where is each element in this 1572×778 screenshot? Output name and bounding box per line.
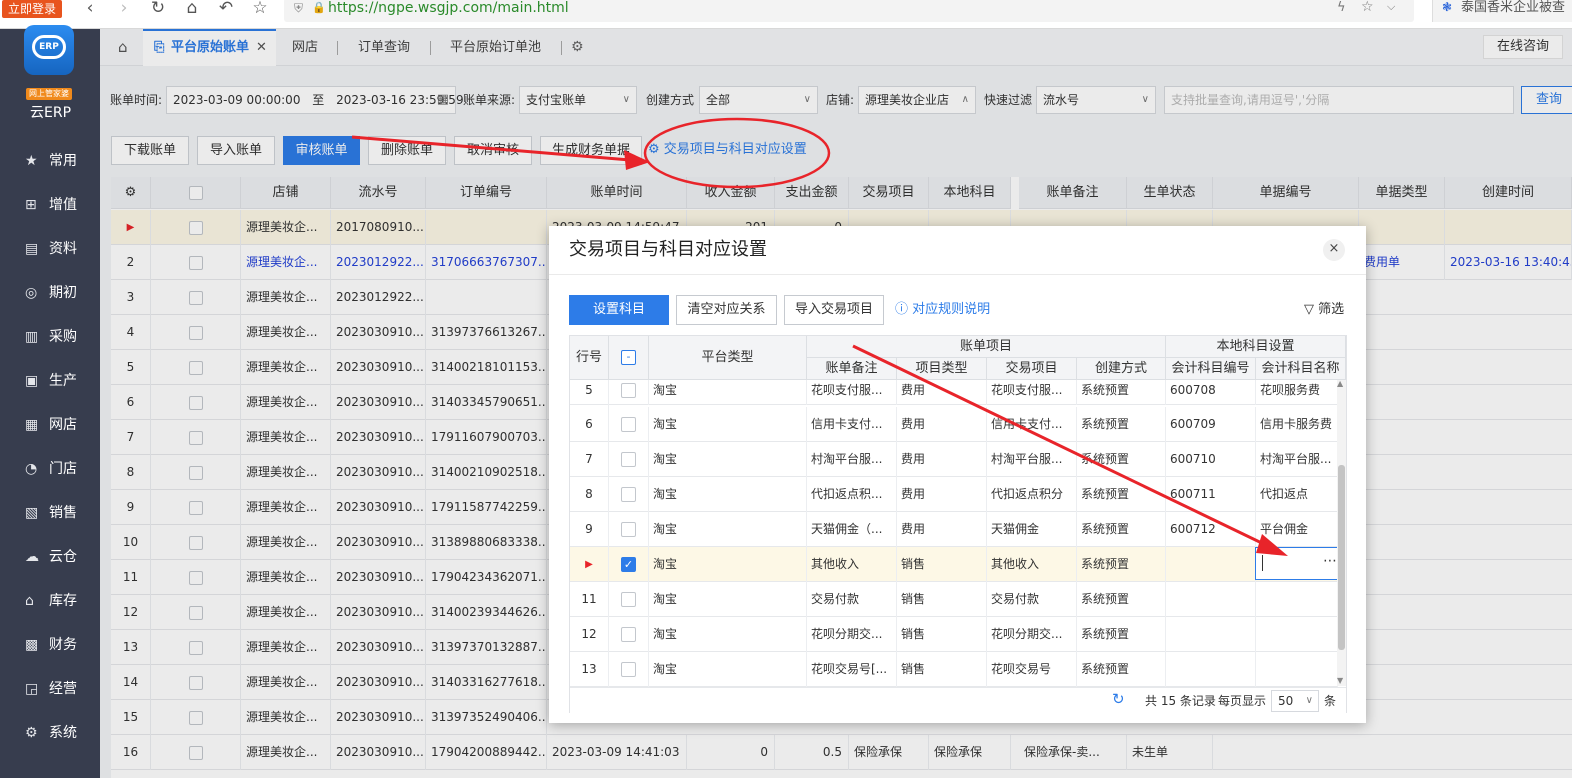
- annotation-circle: [643, 117, 831, 189]
- annotation-arrow-dialog: [852, 344, 1271, 549]
- annotation-arrow-top: [351, 135, 631, 162]
- annotation-layer: [351, 117, 1288, 556]
- annotation-arrowhead-dialog: [1256, 534, 1288, 556]
